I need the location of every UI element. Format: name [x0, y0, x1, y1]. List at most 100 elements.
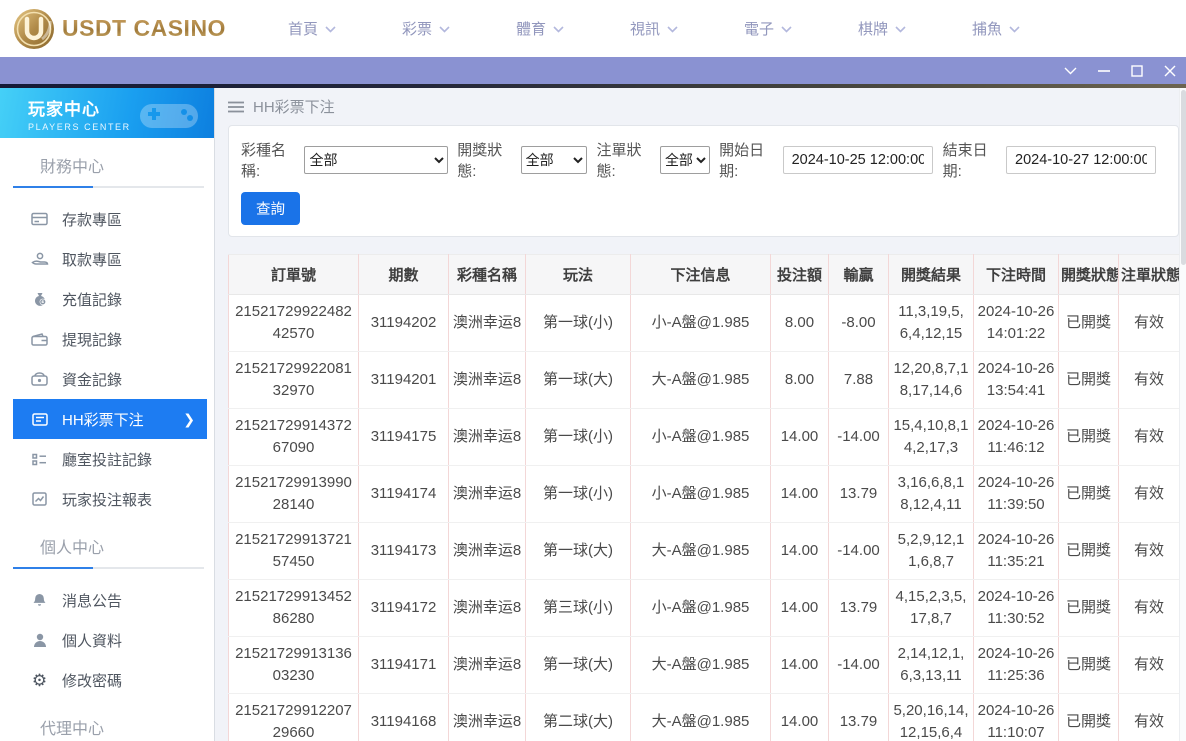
nav-item-label: 體育: [515, 21, 546, 38]
bets-table-card: 訂單號 期數 彩種名稱 玩法 下注信息 投注額 輸贏 開獎結果 下注時間 開獎狀…: [228, 254, 1180, 741]
nav-item[interactable]: 體育: [516, 18, 564, 39]
window-titlebar: [0, 57, 1186, 84]
table-row[interactable]: 2152172991313603230 31194171 澳洲幸运8 第一球(大…: [228, 636, 1180, 694]
section-underline: [13, 186, 204, 188]
nav-item[interactable]: 視訊: [630, 18, 678, 39]
scrollbar-thumb[interactable]: [1181, 90, 1186, 265]
table-row[interactable]: 2152172991437267090 31194175 澳洲幸运8 第一球(小…: [228, 408, 1180, 466]
nav-item-label: 電子: [744, 21, 775, 38]
sidebar-item-hh-lottery-bets[interactable]: HH彩票下注 ❯: [13, 399, 207, 439]
cell-bet-amount: 14.00: [770, 465, 829, 523]
cell-draw-status: 已開獎: [1058, 351, 1119, 409]
sidebar-item-label: 取款專區: [62, 251, 123, 269]
nav-item[interactable]: 電子: [744, 18, 792, 39]
bet-status-label: 注單狀態:: [596, 142, 642, 180]
sidebar-item-label: 修改密碼: [62, 672, 123, 690]
table-header-cell: 開獎結果: [888, 254, 974, 295]
cell-bet-time: 2024-10-26 11:46:12: [973, 408, 1059, 466]
nav-item[interactable]: 首頁: [288, 18, 336, 39]
maximize-button[interactable]: [1120, 57, 1153, 84]
cell-bet-time: 2024-10-26 11:25:36: [973, 636, 1059, 694]
sidebar-item-label: HH彩票下注: [62, 411, 144, 429]
moneybag-icon: [30, 292, 49, 307]
start-date-input[interactable]: [782, 146, 933, 174]
cell-draw-result: 5,2,9,12,11,6,8,7: [888, 522, 974, 580]
logo[interactable]: USDT CASINO: [12, 7, 226, 51]
sidebar-item-recharge-records[interactable]: 充值記錄: [13, 279, 207, 319]
nav-item[interactable]: 棋牌: [858, 18, 906, 39]
section-underline: [13, 567, 204, 569]
sidebar-item-label: 存款專區: [62, 211, 123, 229]
end-date-input[interactable]: [1006, 146, 1157, 174]
vertical-scrollbar[interactable]: [1179, 88, 1186, 741]
table-body: 2152172992248242570 31194202 澳洲幸运8 第一球(小…: [228, 294, 1180, 741]
draw-status-select[interactable]: 全部: [520, 146, 588, 174]
cell-bet-status: 有效: [1118, 579, 1180, 637]
bets-table: 訂單號 期數 彩種名稱 玩法 下注信息 投注額 輸贏 開獎結果 下注時間 開獎狀…: [228, 254, 1180, 741]
cell-draw-status: 已開獎: [1058, 693, 1119, 741]
cell-bet-time: 2024-10-26 11:10:07: [973, 693, 1059, 741]
sidebar-item-fund-records[interactable]: 資金記錄: [13, 359, 207, 399]
cell-bet-amount: 14.00: [770, 408, 829, 466]
cell-bet-info: 大-A盤@1.985: [630, 636, 771, 694]
cell-win-loss: -14.00: [828, 408, 889, 466]
collapse-button[interactable]: [1054, 57, 1087, 84]
sidebar-item-player-bet-report[interactable]: 玩家投注報表: [13, 479, 207, 519]
table-header-cell: 開獎狀態: [1058, 254, 1119, 295]
cell-lottery-name: 澳洲幸运8: [448, 294, 526, 352]
sidebar-item-room-bet-records[interactable]: 廳室投註記錄: [13, 439, 207, 479]
sidebar-item-label: 玩家投注報表: [62, 491, 153, 509]
purse-icon: [30, 372, 49, 386]
section-finance-header: 財務中心: [40, 159, 105, 176]
close-button[interactable]: [1153, 57, 1186, 84]
sidebar-item-deposit[interactable]: 存款專區: [13, 199, 207, 239]
cell-order-id: 2152172991372157450: [228, 522, 359, 580]
chevron-down-icon: [1009, 26, 1020, 33]
bet-status-select[interactable]: 全部: [659, 146, 711, 174]
cell-period: 31194201: [358, 351, 449, 409]
table-header-cell: 投注額: [770, 254, 829, 295]
sidebar-item-announcements[interactable]: 消息公告: [13, 580, 207, 620]
logo-coin-icon: [14, 8, 54, 49]
chevron-down-icon: [895, 26, 906, 33]
table-row[interactable]: 2152172992208132970 31194201 澳洲幸运8 第一球(大…: [228, 351, 1180, 409]
sidebar-item-profile[interactable]: 個人資料: [13, 620, 207, 660]
query-button[interactable]: 查詢: [241, 192, 300, 225]
cell-win-loss: 13.79: [828, 693, 889, 741]
cell-bet-status: 有效: [1118, 294, 1180, 352]
cell-draw-result: 15,4,10,8,14,2,17,3: [888, 408, 974, 466]
sidebar-item-withdraw-records[interactable]: 提現記錄: [13, 319, 207, 359]
table-row[interactable]: 2152172991345286280 31194172 澳洲幸运8 第三球(小…: [228, 579, 1180, 637]
table-row[interactable]: 2152172991399028140 31194174 澳洲幸运8 第一球(小…: [228, 465, 1180, 523]
gear-icon: ⚙: [31, 670, 48, 690]
cell-period: 31194168: [358, 693, 449, 741]
cell-bet-time: 2024-10-26 11:39:50: [973, 465, 1059, 523]
hamburger-icon[interactable]: [228, 101, 244, 113]
withdraw-hand-icon: [30, 252, 49, 266]
cell-period: 31194172: [358, 579, 449, 637]
sidebar-item-withdraw[interactable]: 取款專區: [13, 239, 207, 279]
cell-lottery-name: 澳洲幸运8: [448, 579, 526, 637]
sidebar-item-label: 資金記錄: [62, 371, 123, 389]
sidebar: 玩家中心 PLAYERS CENTER 財務中心 存款專區 取款專區 充值記錄 …: [0, 88, 215, 741]
minimize-button[interactable]: [1087, 57, 1120, 84]
table-row[interactable]: 2152172991372157450 31194173 澳洲幸运8 第一球(大…: [228, 522, 1180, 580]
cell-bet-amount: 8.00: [770, 294, 829, 352]
cell-order-id: 2152172991220729660: [228, 693, 359, 741]
sidebar-item-change-password[interactable]: ⚙ 修改密碼: [13, 660, 207, 700]
table-header-cell: 訂單號: [228, 254, 359, 295]
cell-bet-info: 大-A盤@1.985: [630, 693, 771, 741]
cell-order-id: 2152172992208132970: [228, 351, 359, 409]
table-header-cell: 下注時間: [973, 254, 1059, 295]
nav-item[interactable]: 彩票: [402, 18, 450, 39]
lottery-name-select[interactable]: 全部: [304, 146, 449, 174]
cell-period: 31194202: [358, 294, 449, 352]
sidebar-item-label: 個人資料: [62, 632, 123, 650]
nav-item-label: 首頁: [287, 21, 318, 38]
start-date-label: 開始日期:: [719, 142, 765, 180]
nav-item[interactable]: 捕魚: [972, 18, 1020, 39]
table-row[interactable]: 2152172991220729660 31194168 澳洲幸运8 第二球(大…: [228, 693, 1180, 741]
table-header-cell: 期數: [358, 254, 449, 295]
cell-bet-amount: 14.00: [770, 522, 829, 580]
table-row[interactable]: 2152172992248242570 31194202 澳洲幸运8 第一球(小…: [228, 294, 1180, 352]
